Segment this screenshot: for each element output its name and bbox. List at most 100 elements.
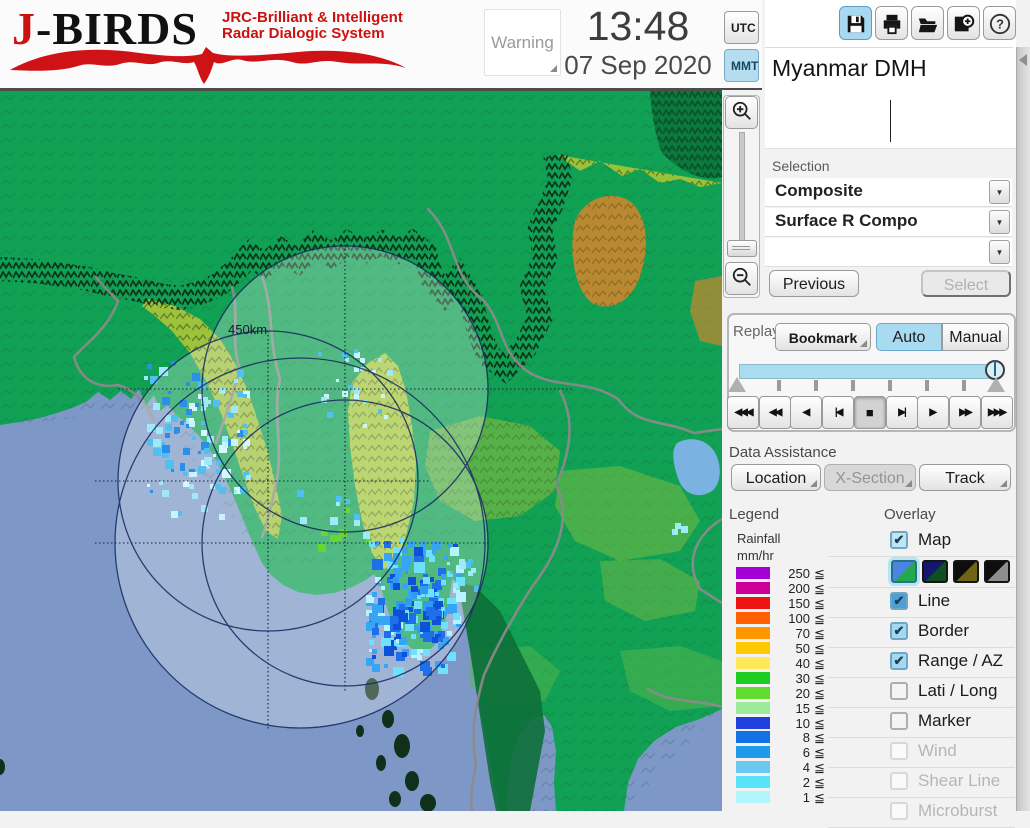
- map-theme-swatch-2[interactable]: [922, 560, 948, 583]
- overlay-item-line[interactable]: ✔ Line: [828, 588, 1015, 618]
- legend-le-symbol: ≦: [814, 790, 825, 806]
- stop-button[interactable]: ■: [853, 396, 886, 429]
- overlay-item-label: Marker: [918, 711, 971, 730]
- toolbar-divider: [765, 47, 1013, 48]
- legend-le-symbol: ≦: [814, 685, 825, 701]
- save-icon: [847, 15, 864, 32]
- clock-time: 13:48: [586, 3, 690, 49]
- map-theme-swatch-1[interactable]: [891, 560, 917, 583]
- legend-unit-line2: mm/hr: [737, 548, 774, 563]
- legend-le-symbol: ≦: [814, 625, 825, 641]
- legend-value: 10: [795, 715, 810, 731]
- chevron-down-icon[interactable]: ▼: [989, 210, 1010, 234]
- legend-color-swatch: [736, 776, 770, 789]
- clock-date: 07 Sep 2020: [564, 50, 712, 80]
- map-theme-swatch-4[interactable]: [984, 560, 1010, 583]
- overlay-item-label: Microburst: [918, 801, 998, 820]
- checkbox-shear-line: [890, 772, 908, 790]
- play-forward-button[interactable]: ▶: [917, 396, 950, 429]
- print-button[interactable]: [875, 6, 908, 40]
- overlay-item-lati-long[interactable]: Lati / Long: [828, 678, 1015, 708]
- collapse-panel-arrow-icon[interactable]: [1019, 54, 1027, 66]
- zoom-in-icon: [732, 101, 751, 120]
- overlay-item-range-az[interactable]: ✔ Range / AZ: [828, 648, 1015, 678]
- play-backward-button[interactable]: ◀: [790, 396, 823, 429]
- capture-button[interactable]: [947, 6, 980, 40]
- track-button[interactable]: Track: [919, 464, 1011, 491]
- previous-button[interactable]: Previous: [769, 270, 859, 297]
- auto-mode-button[interactable]: Auto: [876, 323, 942, 351]
- overlay-item-label: Border: [918, 621, 970, 640]
- legend-le-symbol: ≦: [814, 655, 825, 671]
- checkbox-map[interactable]: ✔: [890, 531, 908, 549]
- replay-range-start-marker[interactable]: [728, 377, 746, 392]
- checkbox-lati-long[interactable]: [890, 682, 908, 700]
- selection-display-box[interactable]: [765, 95, 1012, 147]
- checkbox-border[interactable]: ✔: [890, 622, 908, 640]
- map-theme-swatch-3[interactable]: [953, 560, 979, 583]
- overlay-item-marker[interactable]: Marker: [828, 708, 1015, 738]
- legend-le-symbol: ≦: [814, 640, 825, 656]
- manual-mode-button[interactable]: Manual: [942, 323, 1009, 351]
- bookmark-button[interactable]: Bookmark: [775, 323, 871, 351]
- overlay-item-microburst: Microburst: [828, 798, 1015, 828]
- dropdown-extra[interactable]: ▼: [765, 238, 1012, 267]
- overlay-item-label: Shear Line: [918, 771, 1001, 790]
- chevron-down-icon[interactable]: ▼: [989, 180, 1010, 204]
- location-button[interactable]: Location: [731, 464, 821, 491]
- legend-color-swatch: [736, 731, 770, 744]
- legend-value: 6: [802, 745, 810, 761]
- fastest-rewind-button[interactable]: ◀◀◀: [727, 396, 759, 429]
- legend-color-swatch: [736, 761, 770, 774]
- legend-value: 100: [788, 610, 810, 626]
- step-backward-button[interactable]: |◀: [822, 396, 855, 429]
- help-button[interactable]: ?: [983, 6, 1016, 40]
- timezone-utc-button[interactable]: UTC: [724, 11, 759, 44]
- station-name: Myanmar DMH: [772, 55, 927, 81]
- save-button[interactable]: [839, 6, 872, 40]
- select-button: Select: [921, 270, 1011, 297]
- replay-progress-track[interactable]: [739, 364, 997, 379]
- zoom-out-button[interactable]: [725, 262, 758, 295]
- replay-range-end-marker[interactable]: [987, 377, 1005, 392]
- fastest-forward-button[interactable]: ▶▶▶: [980, 396, 1013, 429]
- zoom-in-button[interactable]: [725, 96, 758, 129]
- legend-value: 30: [795, 670, 810, 686]
- checkbox-range-az[interactable]: ✔: [890, 652, 908, 670]
- logo-subtitle-line2: Radar Dialogic System: [222, 25, 385, 42]
- overlay-item-label: Range / AZ: [918, 651, 1004, 670]
- dropdown-product-value: Surface R Compo: [775, 211, 918, 230]
- legend-le-symbol: ≦: [814, 670, 825, 686]
- xsection-button[interactable]: X-Section: [824, 464, 916, 491]
- step-forward-button[interactable]: ▶|: [885, 396, 918, 429]
- fast-forward-button[interactable]: ▶▶: [948, 396, 981, 429]
- text-caret: [890, 100, 891, 142]
- checkbox-line[interactable]: ✔: [890, 592, 908, 610]
- legend-value: 4: [802, 760, 810, 776]
- chevron-down-icon[interactable]: ▼: [989, 240, 1010, 264]
- legend-le-symbol: ≦: [814, 700, 825, 716]
- panel-edge-strip[interactable]: [1016, 47, 1030, 811]
- help-icon: ?: [989, 13, 1010, 34]
- overlay-item-border[interactable]: ✔ Border: [828, 618, 1015, 648]
- radar-map[interactable]: 450km: [0, 91, 722, 811]
- data-assistance-label: Data Assistance: [729, 444, 837, 461]
- zoom-slider-handle[interactable]: [727, 240, 757, 257]
- overlay-item-map[interactable]: ✔ Map: [828, 527, 1015, 557]
- overlay-item-label: Wind: [918, 741, 957, 760]
- legend-color-swatch: [736, 671, 770, 684]
- timezone-mmt-button[interactable]: MMT: [724, 49, 759, 82]
- open-folder-icon: [918, 18, 937, 32]
- replay-tick: [925, 380, 929, 391]
- warning-button[interactable]: Warning: [484, 9, 561, 76]
- dropdown-product[interactable]: Surface R Compo ▼: [765, 208, 1012, 237]
- zoom-out-icon: [732, 267, 751, 286]
- checkbox-marker[interactable]: [890, 712, 908, 730]
- selection-label: Selection: [772, 158, 830, 174]
- replay-label: Replay: [733, 323, 780, 340]
- dropdown-composite[interactable]: Composite ▼: [765, 178, 1012, 207]
- open-file-button[interactable]: [911, 6, 944, 40]
- zoom-slider-track[interactable]: [739, 132, 745, 242]
- fast-rewind-button[interactable]: ◀◀: [758, 396, 791, 429]
- replay-tick: [777, 380, 781, 391]
